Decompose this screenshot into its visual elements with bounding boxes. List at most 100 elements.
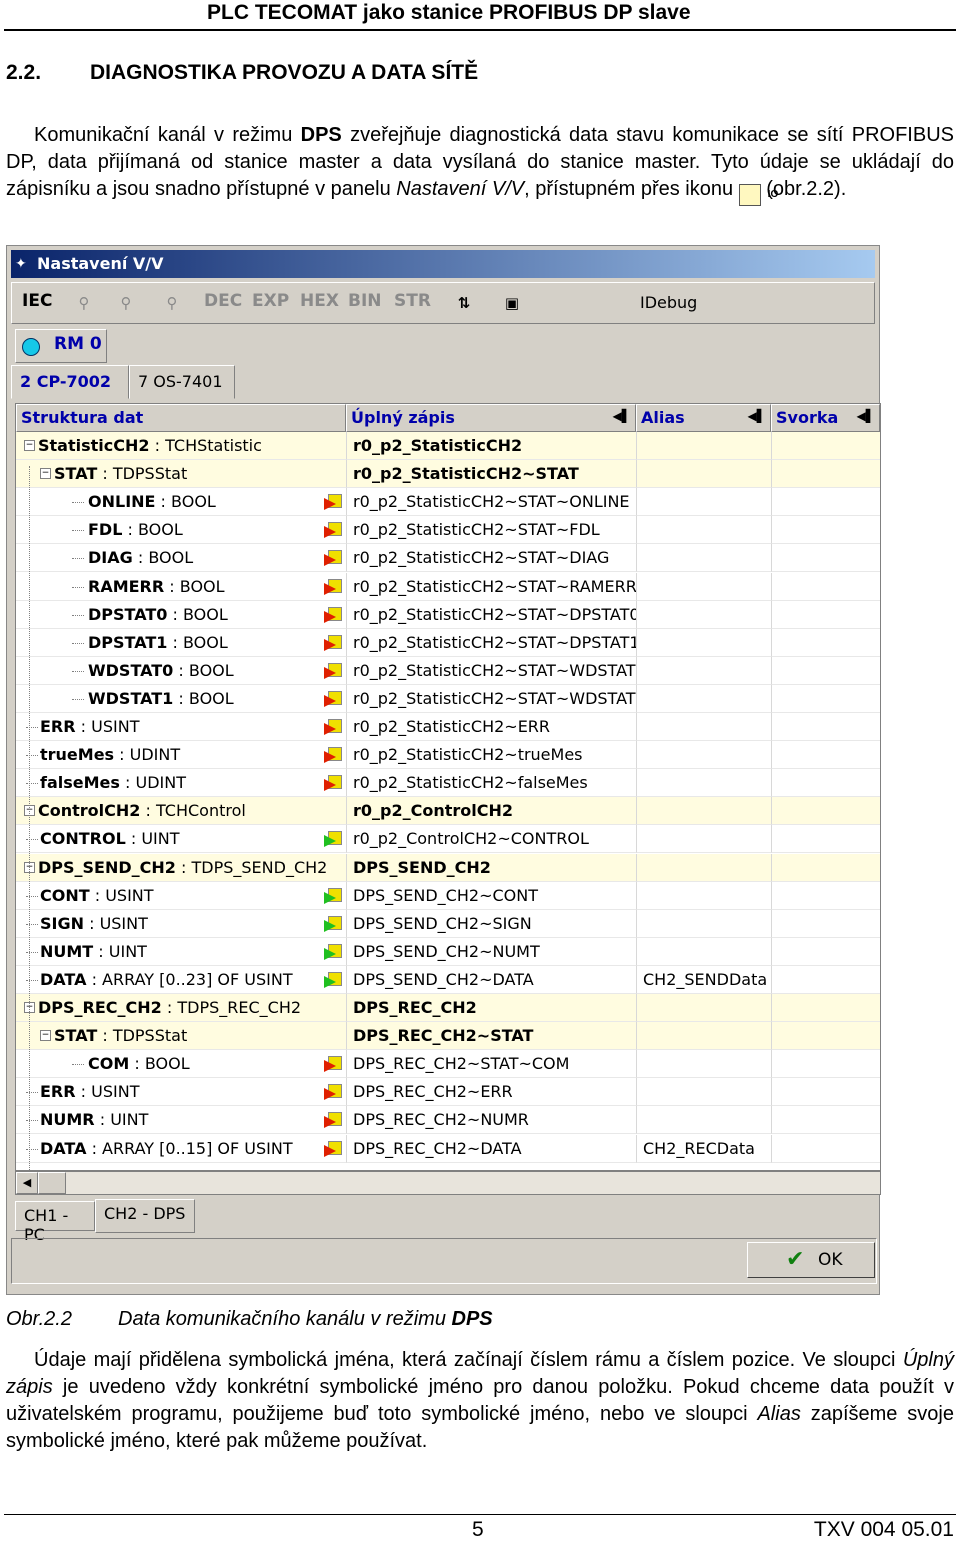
table-row[interactable]: DATA : ARRAY [0..15] OF USINT DPS_REC_CH2… — [16, 1134, 880, 1163]
table-row[interactable]: − STAT : TDPSStat r0_p2_StatisticCH2~STAT — [16, 460, 880, 489]
table-row[interactable]: RAMERR : BOOL r0_p2_StatisticCH2~STAT~RAM… — [16, 572, 880, 601]
sort-icon[interactable]: ⇅ — [454, 293, 474, 313]
rm-selector[interactable]: RM 0 — [15, 329, 107, 363]
alias-cell[interactable] — [636, 1078, 771, 1107]
column-header-structure[interactable]: Struktura dat — [16, 404, 346, 432]
output-arrow-icon — [324, 690, 342, 707]
column-header-alias[interactable]: Alias ◀▌ — [636, 404, 771, 432]
alias-cell[interactable] — [636, 797, 771, 826]
table-row[interactable]: SIGN : USINT DPS_SEND_CH2~SIGN — [16, 909, 880, 938]
table-row[interactable]: − DPS_SEND_CH2 : TDPS_SEND_CH2 DPS_SEND_CH… — [16, 853, 880, 882]
caption-dps: DPS — [451, 1308, 493, 1330]
alias-cell[interactable] — [636, 1022, 771, 1051]
collapse-toggle-icon[interactable]: − — [40, 468, 51, 480]
tab-ch2-dps[interactable]: CH2 - DPS — [95, 1199, 195, 1233]
tab-ch1-pc[interactable]: CH1 - PC — [15, 1201, 95, 1244]
alias-cell[interactable] — [636, 460, 771, 489]
node-name: ControlCH2 — [38, 801, 141, 821]
idebug-button[interactable]: IDebug — [640, 293, 697, 312]
table-row[interactable]: DPSTAT0 : BOOL r0_p2_StatisticCH2~STAT~DP… — [16, 600, 880, 629]
table-row[interactable]: DATA : ARRAY [0..23] OF USINT DPS_SEND_CH… — [16, 965, 880, 994]
alias-cell[interactable]: CH2_RECData — [636, 1134, 771, 1163]
structure-cell: − STAT : TDPSStat — [16, 460, 346, 489]
alias-cell[interactable] — [636, 825, 771, 854]
full-name-cell: r0_p2_StatisticCH2~STAT~ONLINE — [346, 488, 636, 517]
output-arrow-icon — [324, 578, 342, 595]
tree-expand-icon[interactable]: ⚲ — [162, 293, 182, 313]
horizontal-scrollbar[interactable]: ◀ — [15, 1171, 881, 1195]
structure-cell: RAMERR : BOOL — [16, 573, 346, 601]
table-row[interactable]: ERR : USINT DPS_REC_CH2~ERR — [16, 1078, 880, 1107]
table-row[interactable]: − STAT : TDPSStat DPS_REC_CH2~STAT — [16, 1022, 880, 1051]
table-row[interactable]: WDSTAT0 : BOOL r0_p2_StatisticCH2~STAT~WD… — [16, 656, 880, 685]
table-row[interactable]: WDSTAT1 : BOOL r0_p2_StatisticCH2~STAT~WD… — [16, 684, 880, 713]
collapse-icon[interactable]: ◀▌ — [748, 409, 766, 423]
table-row[interactable]: CONT : USINT DPS_SEND_CH2~CONT — [16, 881, 880, 910]
collapse-toggle-icon[interactable]: − — [40, 1030, 51, 1042]
scroll-left-icon[interactable]: ◀ — [16, 1172, 38, 1194]
table-row[interactable]: − ControlCH2 : TCHControl r0_p2_ControlCH2 — [16, 797, 880, 826]
alias-cell[interactable] — [636, 769, 771, 798]
node-type: : TDPS_SEND_CH2 — [175, 857, 328, 877]
table-row[interactable]: COM : BOOL DPS_REC_CH2~STAT~COM — [16, 1050, 880, 1079]
str-button[interactable]: STR — [394, 291, 431, 311]
table-row[interactable]: NUMT : UINT DPS_SEND_CH2~NUMT — [16, 937, 880, 966]
dec-button[interactable]: DEC — [204, 291, 242, 311]
alias-cell[interactable] — [636, 1050, 771, 1079]
alias-cell[interactable] — [636, 656, 771, 685]
alias-cell[interactable] — [636, 937, 771, 966]
alias-cell[interactable] — [636, 432, 771, 460]
alias-cell[interactable] — [636, 684, 771, 713]
output-arrow-icon — [324, 494, 342, 511]
alias-cell[interactable] — [636, 994, 771, 1022]
alias-cell[interactable] — [636, 853, 771, 882]
collapse-icon[interactable]: ◀▌ — [613, 409, 631, 423]
para1-text: (obr.2.2). — [760, 178, 847, 200]
table-row[interactable]: NUMR : UINT DPS_REC_CH2~NUMR — [16, 1106, 880, 1135]
collapse-toggle-icon[interactable]: − — [24, 440, 35, 451]
column-header-terminal[interactable]: Svorka ◀▌ — [771, 404, 880, 432]
tree-struct-icon[interactable]: ⚲ — [116, 293, 136, 313]
alias-cell[interactable] — [636, 909, 771, 938]
alias-cell[interactable] — [636, 600, 771, 629]
hex-button[interactable]: HEX — [300, 291, 339, 311]
tree-icon[interactable]: ⚲ — [74, 293, 94, 313]
alias-cell[interactable] — [636, 741, 771, 770]
alias-cell[interactable] — [636, 713, 771, 741]
terminal-cell — [771, 909, 880, 938]
full-name-cell: r0_p2_StatisticCH2~STAT~DIAG — [346, 544, 636, 573]
alias-cell[interactable] — [636, 628, 771, 657]
ok-button[interactable]: ✔ OK — [747, 1242, 875, 1278]
iec-button[interactable]: IEC — [22, 291, 52, 311]
table-row[interactable]: DIAG : BOOL r0_p2_StatisticCH2~STAT~DIAG — [16, 544, 880, 573]
tab-os-7401[interactable]: 7 OS-7401 — [129, 365, 235, 399]
structure-cell: ONLINE : BOOL — [16, 488, 346, 517]
column-header-full[interactable]: Úplný zápis ◀▌ — [346, 404, 636, 432]
bin-button[interactable]: BIN — [348, 291, 382, 311]
tab-cp-7002[interactable]: 2 CP-7002 — [11, 365, 129, 399]
collapse-icon[interactable]: ◀▌ — [857, 409, 875, 423]
input-arrow-icon — [324, 915, 342, 932]
table-row[interactable]: CONTROL : UINT r0_p2_ControlCH2~CONTROL — [16, 825, 880, 854]
tree-node: ERR : USINT — [40, 1078, 139, 1105]
alias-cell[interactable] — [636, 544, 771, 573]
scroll-thumb[interactable] — [38, 1172, 66, 1194]
alias-cell[interactable] — [636, 516, 771, 545]
exp-button[interactable]: EXP — [252, 291, 289, 311]
table-row[interactable]: ONLINE : BOOL r0_p2_StatisticCH2~STAT~ONL… — [16, 488, 880, 517]
window-icon[interactable]: ▣ — [502, 293, 522, 313]
section-heading: 2.2. DIAGNOSTIKA PROVOZU A DATA SÍTĚ — [6, 61, 478, 85]
alias-cell[interactable] — [636, 572, 771, 601]
table-row[interactable]: − DPS_REC_CH2 : TDPS_REC_CH2 DPS_REC_CH2 — [16, 994, 880, 1022]
table-row[interactable]: − StatisticCH2 : TCHStatistic r0_p2_Statis… — [16, 432, 880, 460]
table-row[interactable]: ERR : USINT r0_p2_StatisticCH2~ERR — [16, 713, 880, 741]
alias-cell[interactable] — [636, 881, 771, 910]
table-row[interactable]: FDL : BOOL r0_p2_StatisticCH2~STAT~FDL — [16, 516, 880, 545]
alias-cell[interactable] — [636, 488, 771, 517]
table-row[interactable]: DPSTAT1 : BOOL r0_p2_StatisticCH2~STAT~DP… — [16, 628, 880, 657]
table-row[interactable]: trueMes : UDINT r0_p2_StatisticCH2~trueMe… — [16, 741, 880, 770]
alias-cell[interactable]: CH2_SENDData — [636, 965, 771, 994]
terminal-cell — [771, 937, 880, 966]
table-row[interactable]: falseMes : UDINT r0_p2_StatisticCH2~false… — [16, 769, 880, 798]
alias-cell[interactable] — [636, 1106, 771, 1135]
